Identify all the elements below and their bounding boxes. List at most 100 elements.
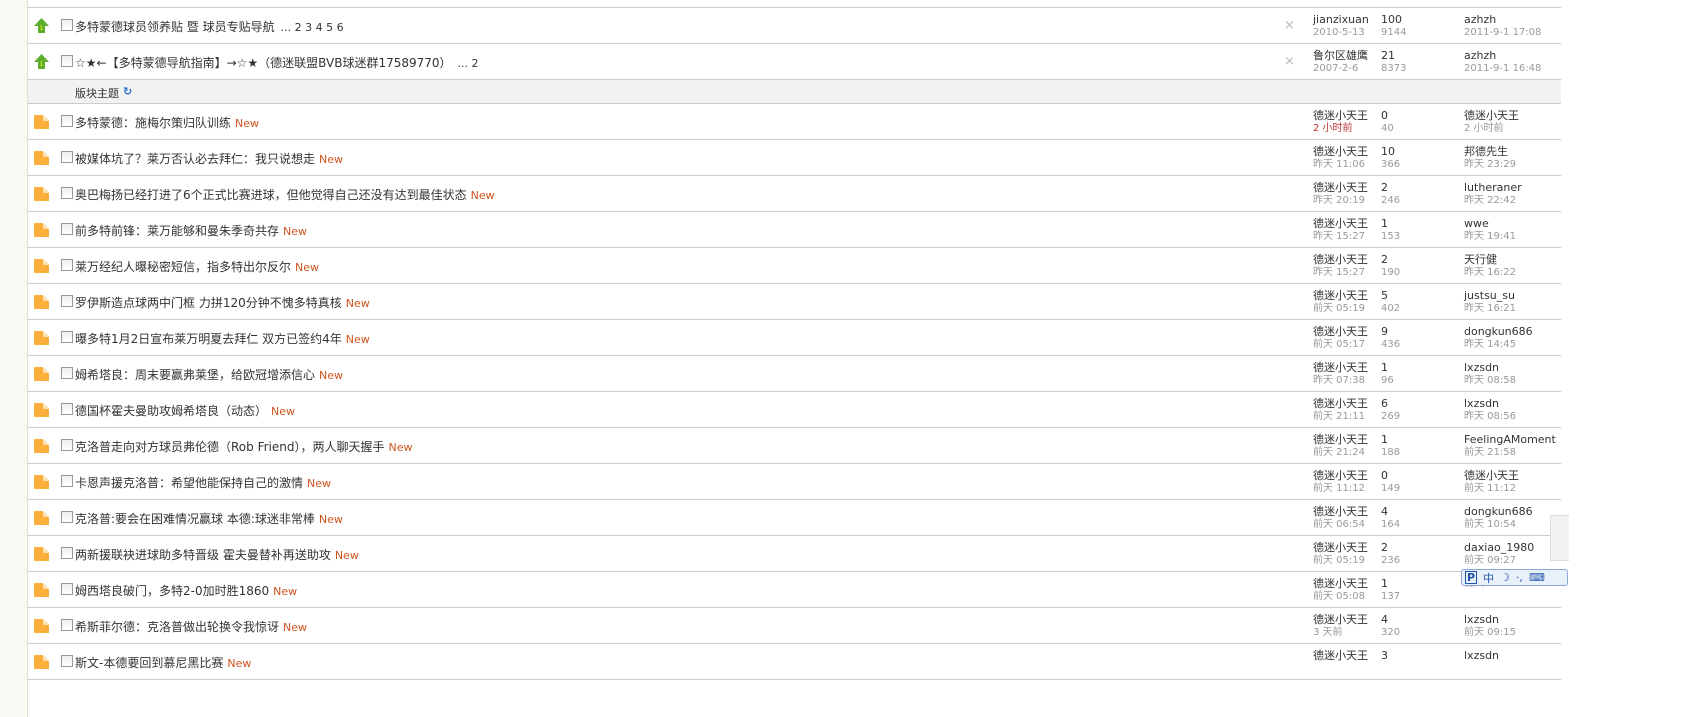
thread-title[interactable]: ☆★←【多特蒙德导航指南】→☆★（德迷联盟BVB球迷群17589770） ... … xyxy=(75,54,479,71)
last-post-time[interactable]: 昨天 23:29 xyxy=(1464,158,1516,171)
thread-title-text[interactable]: 两新援联袂进球助多特晋级 霍夫曼替补再送助攻 xyxy=(75,548,331,562)
last-post-time[interactable]: 昨天 16:22 xyxy=(1464,266,1516,279)
thread-row[interactable]: 卡恩声援克洛普：希望他能保持自己的激情 New 德迷小天王 前天 11:12 0 14… xyxy=(28,464,1561,500)
thread-row[interactable]: 克洛普:要会在困难情况赢球 本德:球迷非常棒 New 德迷小天王 前天 06:54 … xyxy=(28,500,1561,536)
last-poster[interactable]: FeelingAMoment xyxy=(1464,433,1556,446)
thread-title-text[interactable]: 克洛普走向对方球员弗伦德（Rob Friend），两人聊天握手 xyxy=(75,440,384,454)
select-checkbox[interactable] xyxy=(61,259,73,271)
last-post-time[interactable]: 2 小时前 xyxy=(1464,122,1519,135)
thread-row[interactable]: 奥巴梅扬已经打进了6个正式比赛进球，但他觉得自己还没有达到最佳状态 New 德迷小… xyxy=(28,176,1561,212)
thread-title[interactable]: 卡恩声援克洛普：希望他能保持自己的激情 New xyxy=(75,474,331,491)
close-icon[interactable]: × xyxy=(1284,18,1295,33)
thread-title-text[interactable]: 姆西塔良破门，多特2-0加时胜1860 xyxy=(75,584,269,598)
last-post-time[interactable]: 昨天 08:58 xyxy=(1464,374,1516,387)
last-post-time[interactable]: 昨天 19:41 xyxy=(1464,230,1516,243)
select-checkbox[interactable] xyxy=(61,295,73,307)
author-name[interactable]: 德迷小天王 xyxy=(1313,469,1368,482)
ime-toolbar[interactable]: P 中 ☽ ·, ⌨ xyxy=(1461,569,1568,586)
last-poster[interactable]: justsu_su xyxy=(1464,289,1515,302)
select-checkbox[interactable] xyxy=(61,331,73,343)
thread-title-text[interactable]: ☆★←【多特蒙德导航指南】→☆★（德迷联盟BVB球迷群17589770） xyxy=(75,56,452,70)
ime-halfwidth-icon[interactable]: ☽ xyxy=(1500,571,1510,584)
thread-title[interactable]: 克洛普走向对方球员弗伦德（Rob Friend），两人聊天握手 New xyxy=(75,438,412,455)
thread-title[interactable]: 被媒体坑了？莱万否认必去拜仁：我只说想走 New xyxy=(75,150,343,167)
last-post-time[interactable]: 昨天 16:21 xyxy=(1464,302,1516,315)
select-checkbox[interactable] xyxy=(61,655,73,667)
thread-title[interactable]: 多特蒙德：施梅尔策归队训练 New xyxy=(75,114,259,131)
thread-title[interactable]: 克洛普:要会在困难情况赢球 本德:球迷非常棒 New xyxy=(75,510,343,527)
close-icon[interactable]: × xyxy=(1284,54,1295,69)
last-post-time[interactable]: 昨天 08:56 xyxy=(1464,410,1516,423)
thread-title[interactable]: 两新援联袂进球助多特晋级 霍夫曼替补再送助攻 New xyxy=(75,546,359,563)
refresh-icon[interactable]: ↻ xyxy=(123,85,132,98)
author-name[interactable]: 德迷小天王 xyxy=(1313,109,1368,122)
last-poster[interactable]: lxzsdn xyxy=(1464,649,1499,662)
thread-row[interactable]: 德国杯霍夫曼助攻姆希塔良（动态） New 德迷小天王 前天 21:11 6 269 l… xyxy=(28,392,1561,428)
thread-row[interactable]: 姆希塔良：周末要赢弗莱堡，给欧冠增添信心 New 德迷小天王 昨天 07:38 19… xyxy=(28,356,1561,392)
thread-title-text[interactable]: 罗伊斯造点球两中门框 力拼120分钟不愧多特真核 xyxy=(75,296,342,310)
last-post-time[interactable]: 前天 09:27 xyxy=(1464,554,1534,567)
author-name[interactable]: 德迷小天王 xyxy=(1313,217,1368,230)
thread-title[interactable]: 德国杯霍夫曼助攻姆希塔良（动态） New xyxy=(75,402,295,419)
last-poster[interactable]: dongkun686 xyxy=(1464,505,1533,518)
select-checkbox[interactable] xyxy=(61,223,73,235)
author-name[interactable]: 德迷小天王 xyxy=(1313,397,1368,410)
thread-title[interactable]: 希斯菲尔德：克洛普做出轮换令我惊讶 New xyxy=(75,618,307,635)
thread-title[interactable]: 曝多特1月2日宣布莱万明夏去拜仁 双方已签约4年 New xyxy=(75,330,370,347)
last-poster[interactable]: lxzsdn xyxy=(1464,397,1499,410)
thread-title[interactable]: 姆西塔良破门，多特2-0加时胜1860 New xyxy=(75,582,297,599)
thread-title-text[interactable]: 曝多特1月2日宣布莱万明夏去拜仁 双方已签约4年 xyxy=(75,332,342,346)
pinned-thread-row[interactable]: 1 ☆★←【多特蒙德导航指南】→☆★（德迷联盟BVB球迷群17589770）..… xyxy=(28,44,1561,80)
last-poster[interactable]: 德迷小天王 xyxy=(1464,109,1519,122)
thread-title-text[interactable]: 克洛普:要会在困难情况赢球 本德:球迷非常棒 xyxy=(75,512,315,526)
last-poster[interactable]: lxzsdn xyxy=(1464,361,1499,374)
select-checkbox[interactable] xyxy=(61,475,73,487)
last-post-time[interactable]: 前天 21:58 xyxy=(1464,446,1556,459)
author-name[interactable]: 德迷小天王 xyxy=(1313,361,1368,374)
author-name[interactable]: 德迷小天王 xyxy=(1313,325,1368,338)
thread-title-text[interactable]: 卡恩声援克洛普：希望他能保持自己的激情 xyxy=(75,476,303,490)
author-name[interactable]: 德迷小天王 xyxy=(1313,181,1368,194)
author-name[interactable]: 德迷小天王 xyxy=(1313,505,1368,518)
last-post-time[interactable]: 2011-9-1 17:08 xyxy=(1464,26,1541,39)
select-checkbox[interactable] xyxy=(61,619,73,631)
thread-title-text[interactable]: 斯文-本德要回到慕尼黑比赛 xyxy=(75,656,223,670)
author-name[interactable]: 德迷小天王 xyxy=(1313,433,1368,446)
thread-title[interactable]: 莱万经纪人曝秘密短信，指多特出尔反尔 New xyxy=(75,258,319,275)
select-checkbox[interactable] xyxy=(61,511,73,523)
author-name[interactable]: 德迷小天王 xyxy=(1313,577,1368,590)
ime-punctuation-icon[interactable]: ·, xyxy=(1516,571,1523,584)
thread-title[interactable]: 前多特前锋：莱万能够和曼朱季奇共存 New xyxy=(75,222,307,239)
author-name[interactable]: 德迷小天王 xyxy=(1313,613,1368,626)
select-checkbox[interactable] xyxy=(61,547,73,559)
select-checkbox[interactable] xyxy=(61,19,73,31)
ime-language-toggle[interactable]: 中 xyxy=(1483,570,1494,586)
last-post-time[interactable]: 前天 10:54 xyxy=(1464,518,1533,531)
last-poster[interactable]: 德迷小天王 xyxy=(1464,469,1519,482)
select-checkbox[interactable] xyxy=(61,187,73,199)
select-checkbox[interactable] xyxy=(61,439,73,451)
last-post-time[interactable]: 昨天 22:42 xyxy=(1464,194,1522,207)
thread-title-text[interactable]: 被媒体坑了？莱万否认必去拜仁：我只说想走 xyxy=(75,152,315,166)
last-poster[interactable]: azhzh xyxy=(1464,49,1496,62)
select-checkbox[interactable] xyxy=(61,115,73,127)
thread-title-text[interactable]: 希斯菲尔德：克洛普做出轮换令我惊讶 xyxy=(75,620,279,634)
pinned-thread-row[interactable]: 1 多特蒙德球员领养贴 暨 球员专贴导航 ... 2 3 4 5 6 × jian… xyxy=(28,8,1561,44)
thread-title-text[interactable]: 前多特前锋：莱万能够和曼朱季奇共存 xyxy=(75,224,279,238)
thread-title[interactable]: 罗伊斯造点球两中门框 力拼120分钟不愧多特真核 New xyxy=(75,294,370,311)
author-name[interactable]: 德迷小天王 xyxy=(1313,289,1368,302)
last-poster[interactable]: 天行健 xyxy=(1464,253,1497,266)
author-name[interactable]: 德迷小天王 xyxy=(1313,541,1368,554)
thread-row[interactable]: 多特蒙德：施梅尔策归队训练 New 德迷小天王 2 小时前 0 40 德迷小天王 2 小… xyxy=(28,104,1561,140)
select-checkbox[interactable] xyxy=(61,55,73,67)
thread-row[interactable]: 斯文-本德要回到慕尼黑比赛 New 德迷小天王 3 lxzsdn xyxy=(28,644,1561,680)
last-post-time[interactable]: 昨天 14:45 xyxy=(1464,338,1533,351)
select-checkbox[interactable] xyxy=(61,151,73,163)
thread-title-text[interactable]: 姆希塔良：周末要赢弗莱堡，给欧冠增添信心 xyxy=(75,368,315,382)
last-post-time[interactable]: 2011-9-1 16:48 xyxy=(1464,62,1541,75)
author-name[interactable]: jianzixuan xyxy=(1313,13,1369,26)
select-checkbox[interactable] xyxy=(61,403,73,415)
thread-row[interactable]: 希斯菲尔德：克洛普做出轮换令我惊讶 New 德迷小天王 3 天前 4 320 lxzs… xyxy=(28,608,1561,644)
page-links[interactable]: ... 2 3 4 5 6 xyxy=(281,21,344,34)
last-poster[interactable]: daxiao_1980 xyxy=(1464,541,1534,554)
